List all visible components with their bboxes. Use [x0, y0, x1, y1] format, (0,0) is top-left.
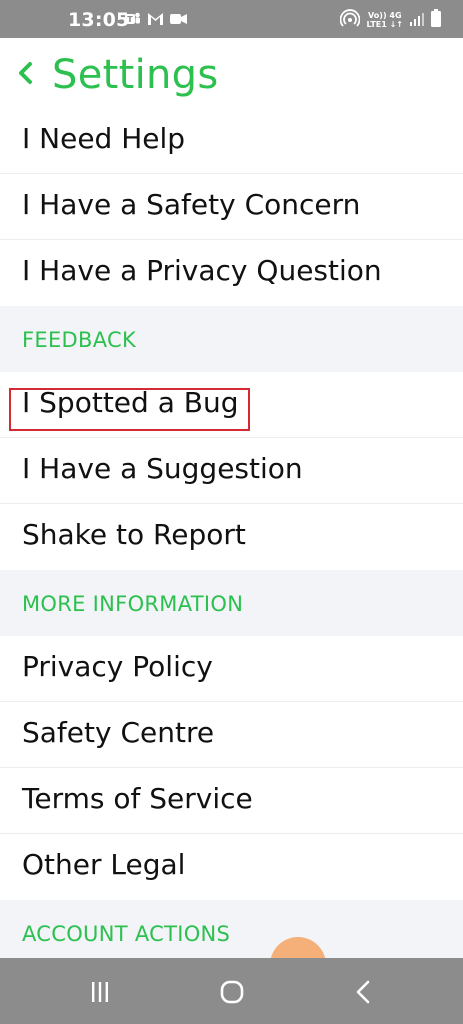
gmail-icon: [147, 11, 164, 27]
list-item-terms-of-service[interactable]: Terms of Service: [0, 768, 463, 834]
status-bar: 13:05 T Vo)) 4G LTE1 ↓↑: [0, 0, 463, 38]
list-item-label: Terms of Service: [22, 782, 253, 815]
list-item-other-legal[interactable]: Other Legal: [0, 834, 463, 900]
network-label-top: Vo)) 4G: [368, 11, 402, 20]
signal-icon: [410, 11, 424, 30]
section-header-more-information: MORE INFORMATION: [0, 570, 463, 636]
battery-icon: [431, 9, 441, 31]
video-camera-icon: [170, 11, 187, 27]
list-item-safety-concern[interactable]: I Have a Safety Concern: [0, 174, 463, 240]
list-item-privacy-policy[interactable]: Privacy Policy: [0, 636, 463, 702]
list-item-safety-centre[interactable]: Safety Centre: [0, 702, 463, 768]
list-item-label: I Need Help: [22, 122, 186, 155]
svg-text:T: T: [127, 15, 133, 24]
section-label: MORE INFORMATION: [22, 592, 244, 616]
network-type: Vo)) 4G LTE1 ↓↑: [367, 11, 403, 29]
back-icon[interactable]: [350, 978, 378, 1006]
list-item-label: Safety Centre: [22, 716, 215, 749]
network-label-bottom: LTE1 ↓↑: [366, 20, 403, 29]
list-item-need-help[interactable]: I Need Help: [0, 108, 463, 174]
list-item-label: I Have a Privacy Question: [22, 254, 382, 287]
section-label: ACCOUNT ACTIONS: [22, 922, 231, 946]
list-item-privacy-question[interactable]: I Have a Privacy Question: [0, 240, 463, 306]
section-header-account-actions: ACCOUNT ACTIONS: [0, 900, 463, 966]
section-label: FEEDBACK: [22, 328, 137, 352]
hotspot-icon: [339, 9, 360, 31]
system-status-icons: Vo)) 4G LTE1 ↓↑: [339, 9, 441, 31]
settings-list: I Need Help I Have a Safety Concern I Ha…: [0, 108, 463, 966]
highlight-box: [9, 388, 250, 431]
settings-header: Settings: [0, 38, 463, 114]
recent-apps-icon[interactable]: [86, 978, 114, 1006]
home-icon[interactable]: [218, 978, 246, 1006]
list-item-label: Shake to Report: [22, 518, 246, 551]
list-item-label: I Have a Suggestion: [22, 452, 303, 485]
teams-icon: T: [124, 11, 141, 27]
section-header-feedback: FEEDBACK: [0, 306, 463, 372]
list-item-shake-to-report[interactable]: Shake to Report: [0, 504, 463, 570]
notification-icons: T: [124, 11, 187, 27]
list-item-suggestion[interactable]: I Have a Suggestion: [0, 438, 463, 504]
page-title: Settings: [52, 52, 219, 98]
list-item-label: Other Legal: [22, 848, 186, 881]
list-item-label: Privacy Policy: [22, 650, 213, 683]
chevron-left-icon[interactable]: [16, 60, 34, 86]
list-item-label: I Have a Safety Concern: [22, 188, 361, 221]
navigation-bar: [0, 958, 463, 1024]
status-time: 13:05: [68, 9, 130, 31]
